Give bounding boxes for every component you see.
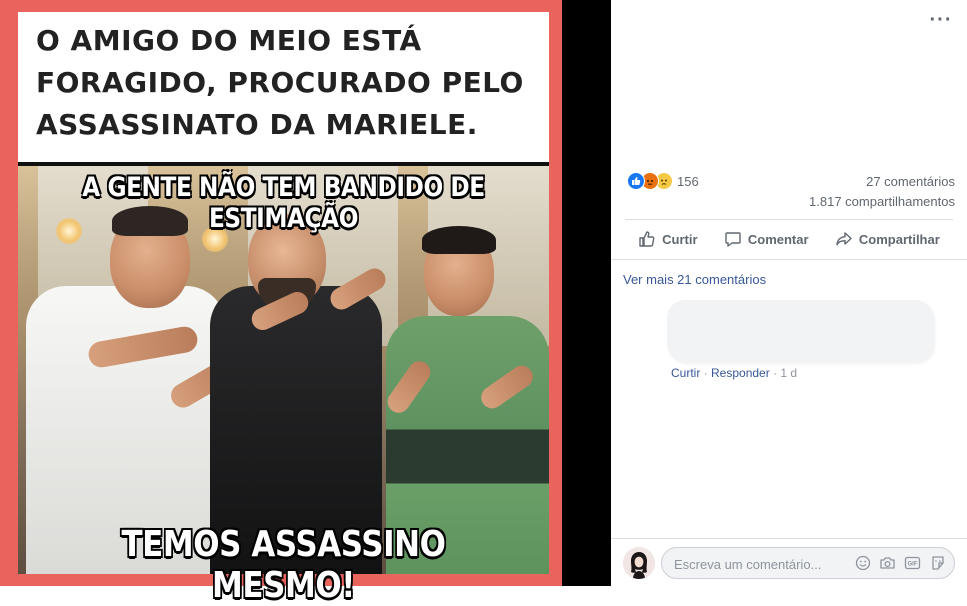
comment-reply-link[interactable]: Responder (711, 366, 770, 380)
post-panel: ··· 156 27 comentários 1.817 compartilha… (611, 0, 967, 587)
comment-bubble (667, 300, 933, 362)
divider (625, 219, 953, 220)
svg-text:GIF: GIF (908, 561, 918, 567)
thumbs-up-icon (639, 231, 655, 247)
shares-count-link[interactable]: 1.817 compartilhamentos (809, 192, 955, 212)
comment-composer: GIF (611, 538, 967, 587)
speech-bubble-icon (725, 232, 741, 247)
meme-image[interactable]: O AMIGO DO MEIO ESTÁ FORAGIDO, PROCURADO… (0, 0, 562, 606)
meme-top-panel: O AMIGO DO MEIO ESTÁ FORAGIDO, PROCURADO… (18, 12, 549, 162)
photo-viewer: O AMIGO DO MEIO ESTÁ FORAGIDO, PROCURADO… (0, 0, 611, 606)
camera-icon[interactable] (879, 554, 896, 571)
comment-input-wrapper: GIF (661, 547, 955, 580)
more-options-icon[interactable]: ··· (929, 10, 953, 34)
emoji-icon[interactable] (854, 554, 871, 571)
comment-input[interactable] (672, 548, 856, 580)
separator: · (769, 366, 781, 380)
comment-input-tools: GIF (854, 554, 946, 571)
reactions-summary[interactable]: 156 (627, 172, 699, 190)
comment-like-link[interactable]: Curtir (671, 366, 700, 380)
divider (611, 259, 967, 260)
user-avatar[interactable] (623, 547, 655, 579)
comment-time[interactable]: 1 d (780, 366, 797, 380)
meme-bottom-caption: TEMOS ASSASSINO MESMO! (121, 524, 446, 606)
share-button[interactable]: Compartilhar (831, 230, 944, 248)
sticker-icon[interactable] (929, 554, 946, 571)
reaction-count: 156 (677, 173, 699, 189)
like-button-label: Curtir (662, 231, 698, 247)
share-arrow-icon (836, 232, 852, 246)
like-button[interactable]: Curtir (634, 230, 701, 248)
comment-actions: Curtir · Responder · 1 d (671, 366, 797, 380)
see-more-comments-link[interactable]: Ver mais 21 comentários (623, 272, 766, 287)
comment-button-label: Comentar (747, 231, 809, 247)
comments-count-link[interactable]: 27 comentários (809, 172, 955, 192)
meme-middle-caption: A GENTE NÃO TEM BANDIDO DE ESTIMAÇÃO (82, 172, 485, 234)
post-stats: 27 comentários 1.817 compartilhamentos (809, 172, 955, 212)
separator: · (700, 366, 712, 380)
share-button-label: Compartilhar (858, 231, 940, 247)
gif-icon[interactable]: GIF (904, 554, 921, 571)
comment-button[interactable]: Comentar (720, 230, 813, 248)
post-actions: Curtir Comentar Compartilhar (625, 222, 953, 256)
meme-top-text: O AMIGO DO MEIO ESTÁ FORAGIDO, PROCURADO… (36, 24, 524, 141)
like-icon (627, 172, 645, 190)
